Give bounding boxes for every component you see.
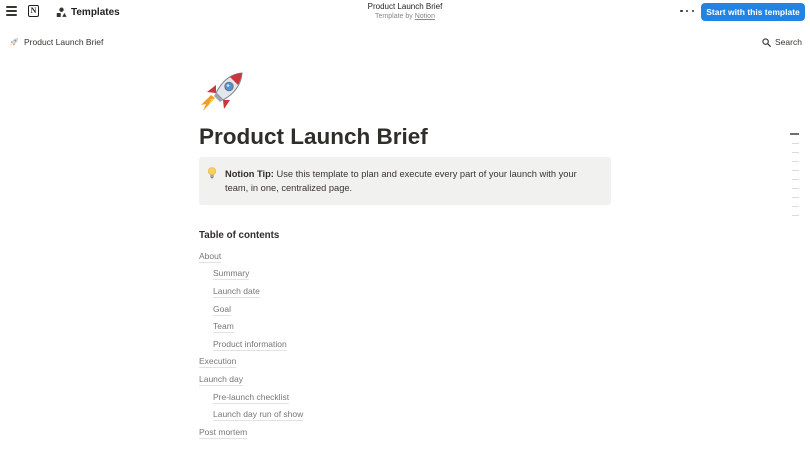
outline-line[interactable] [792,170,799,171]
outline-line[interactable] [792,143,799,144]
toc-item-launch-date[interactable]: Launch date [213,286,260,298]
template-author-link[interactable]: Notion [415,13,435,20]
outline-line[interactable] [792,188,799,189]
rocket-icon[interactable] [198,71,246,115]
more-options-icon[interactable] [680,6,694,16]
toc-item-post-mortem[interactable]: Post mortem [199,427,248,439]
callout-text: Notion Tip: Use this template to plan an… [225,168,597,195]
toc-heading: Table of contents [199,230,280,241]
toc-item-team[interactable]: Team [213,321,234,333]
callout-bold-text: Notion Tip: [225,169,274,179]
breadcrumb[interactable]: Product Launch Brief [9,37,103,47]
outline-line[interactable] [792,197,799,198]
toc-item-about[interactable]: About [199,251,222,263]
rocket-icon [10,38,18,46]
outline-line[interactable] [792,215,799,216]
outline-line[interactable] [792,161,799,162]
page-title: Product Launch Brief [199,124,428,149]
toc-item-pre-launch-checklist[interactable]: Pre-launch checklist [213,392,290,404]
search-button[interactable]: Search [762,37,802,47]
start-with-template-button[interactable]: Start with this template [701,3,805,21]
toc-item-execution[interactable]: Execution [199,356,237,368]
toc-item-launch-day[interactable]: Launch day [199,374,243,386]
page-outline-minimap[interactable] [789,131,801,221]
outline-line[interactable] [792,152,799,153]
template-by-label: Template by [375,13,413,20]
outline-line[interactable] [792,206,799,207]
breadcrumb-label: Product Launch Brief [24,37,104,47]
toc-item-launch-day-run-of-show[interactable]: Launch day run of show [213,409,304,421]
notion-tip-callout: Notion Tip: Use this template to plan an… [199,157,611,205]
callout-body-text: Use this template to plan and execute ev… [225,169,577,193]
toc-item-product-information[interactable]: Product information [213,339,287,351]
toc-item-goal[interactable]: Goal [213,304,231,316]
outline-line[interactable] [790,133,799,135]
search-label: Search [775,37,802,47]
search-icon [762,37,771,47]
lightbulb-icon [207,167,217,179]
top-bar: N Templates Product Launch Brief Templat… [0,0,810,24]
outline-line[interactable] [792,179,799,180]
toc-item-summary[interactable]: Summary [213,268,250,280]
